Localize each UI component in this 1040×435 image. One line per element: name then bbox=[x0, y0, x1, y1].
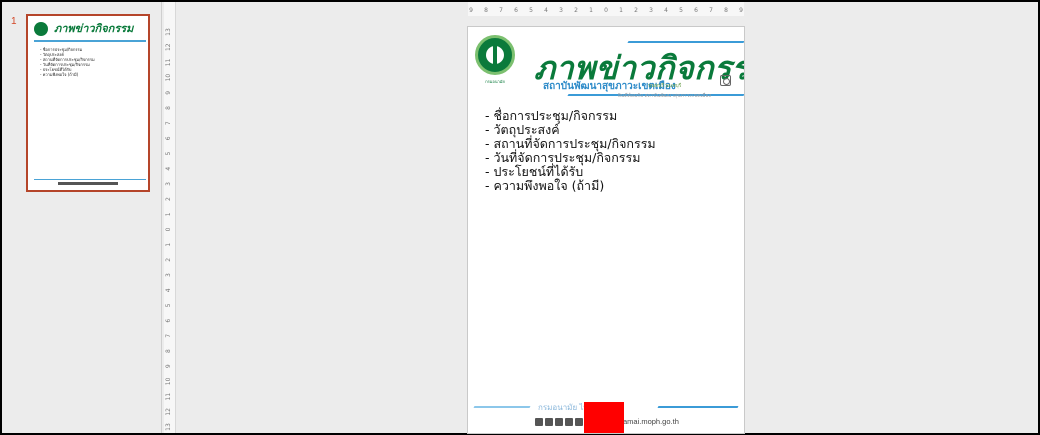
thumb-footer-icons bbox=[58, 182, 118, 185]
ruler-tick-label: 1 bbox=[165, 243, 172, 247]
department-logo: กรมอนามัย bbox=[474, 35, 516, 93]
health-logo-icon bbox=[475, 35, 515, 75]
ruler-tick-label: 2 bbox=[165, 197, 172, 201]
facebook-icon bbox=[535, 418, 543, 426]
ruler-tick-label: 9 bbox=[165, 364, 172, 368]
twitter-icon bbox=[555, 418, 563, 426]
ruler-tick-label: 13 bbox=[165, 423, 172, 431]
ruler-tick-label: 4 bbox=[165, 167, 172, 171]
ruler-tick-label: 3 bbox=[165, 182, 172, 186]
thumb-footer-line bbox=[34, 179, 146, 180]
ruler-tick-label: 8 bbox=[165, 349, 172, 353]
ruler-tick-label: 1 bbox=[165, 212, 172, 216]
ruler-tick-label: 3 bbox=[649, 7, 653, 14]
ruler-tick-label: 2 bbox=[634, 7, 638, 14]
slide-tagline: ยินดีต้อนรับ สถาบันพัฒนาสุขภาวะเขตเมือง bbox=[618, 93, 711, 99]
thumb-bullet: - ความพึงพอใจ (ถ้ามี) bbox=[40, 72, 79, 77]
ruler-tick-label: 7 bbox=[165, 121, 172, 125]
vertical-ruler[interactable]: 13 12 11 10 9 8 7 6 5 4 3 2 1 0 1 2 3 4 5 6 7 8 9 10 11 12 13 bbox=[164, 2, 176, 433]
ruler-tick-label: 1 bbox=[589, 7, 593, 14]
ruler-tick-label: 1 bbox=[619, 7, 623, 14]
ruler-tick-label: 7 bbox=[709, 7, 713, 14]
horizontal-ruler[interactable]: 9 8 7 6 5 4 3 2 1 0 1 2 3 4 5 6 7 8 9 bbox=[468, 2, 744, 16]
presentation-editor: 1 ภาพข่าวกิจกรรม - ชื่อการประชุม/กิจกรรม… bbox=[2, 2, 1038, 433]
ruler-tick-label: 7 bbox=[165, 334, 172, 338]
ruler-tick-label: 2 bbox=[165, 258, 172, 262]
bullet-item[interactable]: - ชื่อการประชุม/กิจกรรม bbox=[485, 109, 656, 123]
slide-number: 1 bbox=[11, 16, 17, 27]
thumb-divider bbox=[34, 40, 146, 42]
ruler-tick-label: 11 bbox=[165, 393, 172, 401]
ruler-tick-label: 5 bbox=[165, 151, 172, 155]
social-icons bbox=[535, 418, 583, 426]
ruler-tick-label: 9 bbox=[469, 7, 473, 14]
bullet-item[interactable]: - ความพึงพอใจ (ถ้ามี) bbox=[485, 179, 656, 193]
ruler-tick-label: 10 bbox=[165, 377, 172, 385]
ruler-tick-label: 3 bbox=[165, 273, 172, 277]
ruler-tick-label: 11 bbox=[165, 58, 172, 66]
ruler-tick-label: 12 bbox=[165, 43, 172, 51]
camera-icon bbox=[720, 75, 731, 86]
footer-stripe-right bbox=[657, 406, 739, 408]
slide-bullet-list[interactable]: - ชื่อการประชุม/กิจกรรม - วัตถุประสงค์ -… bbox=[485, 109, 656, 193]
slide-canvas[interactable]: กรมอนามัย ภาพข่าวกิจกรรม สถาบันพัฒนาสุขภ… bbox=[468, 27, 744, 433]
bullet-item[interactable]: - วัตถุประสงค์ bbox=[485, 123, 656, 137]
vertical-ruler-ticks: 13121110987654321012345678910111213 bbox=[165, 28, 172, 431]
ruler-tick-label: 4 bbox=[165, 288, 172, 292]
ruler-tick-label: 4 bbox=[544, 7, 548, 14]
ruler-tick-label: 6 bbox=[165, 319, 172, 323]
ruler-tick-label: 12 bbox=[165, 408, 172, 416]
ruler-tick-label: 4 bbox=[664, 7, 668, 14]
ruler-tick-label: 2 bbox=[574, 7, 578, 14]
redaction-box bbox=[584, 402, 624, 433]
bullet-item[interactable]: - สถานที่จัดการประชุม/กิจกรรม bbox=[485, 137, 656, 151]
ruler-tick-label: 10 bbox=[165, 74, 172, 82]
line-icon bbox=[575, 418, 583, 426]
ruler-tick-label: 6 bbox=[514, 7, 518, 14]
thumb-bullet-list: - ชื่อการประชุม/กิจกรรม - วัตถุประสงค์ -… bbox=[40, 47, 95, 77]
instagram-icon bbox=[545, 418, 553, 426]
ruler-tick-label: 9 bbox=[165, 91, 172, 95]
slide-subtitle-location: นนทบุรี นนทบุรี bbox=[648, 83, 682, 89]
ruler-tick-label: 13 bbox=[165, 28, 172, 36]
ruler-tick-label: 8 bbox=[724, 7, 728, 14]
ruler-tick-label: 0 bbox=[604, 7, 608, 14]
slide-thumbnail-panel: 1 ภาพข่าวกิจกรรม - ชื่อการประชุม/กิจกรรม… bbox=[2, 2, 162, 433]
thumb-logo-icon bbox=[34, 22, 48, 36]
footer-stripe-left bbox=[473, 406, 531, 408]
ruler-tick-label: 8 bbox=[165, 106, 172, 110]
bullet-item[interactable]: - ประโยชน์ที่ได้รับ bbox=[485, 165, 656, 179]
ruler-tick-label: 8 bbox=[484, 7, 488, 14]
thumb-title: ภาพข่าวกิจกรรม bbox=[54, 23, 134, 35]
ruler-tick-label: 3 bbox=[559, 7, 563, 14]
ruler-tick-label: 7 bbox=[499, 7, 503, 14]
ruler-tick-label: 0 bbox=[165, 227, 172, 231]
horizontal-ruler-ticks: 9 8 7 6 5 4 3 2 1 0 1 2 3 4 5 6 7 8 9 bbox=[469, 7, 743, 14]
ruler-tick-label: 6 bbox=[165, 136, 172, 140]
ruler-tick-label: 5 bbox=[679, 7, 683, 14]
slide-thumbnail-1[interactable]: ภาพข่าวกิจกรรม - ชื่อการประชุม/กิจกรรม -… bbox=[26, 14, 150, 192]
youtube-icon bbox=[565, 418, 573, 426]
bullet-item[interactable]: - วันที่จัดการประชุม/กิจกรรม bbox=[485, 151, 656, 165]
ruler-tick-label: 9 bbox=[739, 7, 743, 14]
ruler-tick-label: 5 bbox=[165, 303, 172, 307]
ruler-tick-label: 5 bbox=[529, 7, 533, 14]
footer-url: amai.moph.go.th bbox=[623, 417, 679, 426]
logo-caption: กรมอนามัย bbox=[485, 79, 505, 84]
ruler-tick-label: 6 bbox=[694, 7, 698, 14]
